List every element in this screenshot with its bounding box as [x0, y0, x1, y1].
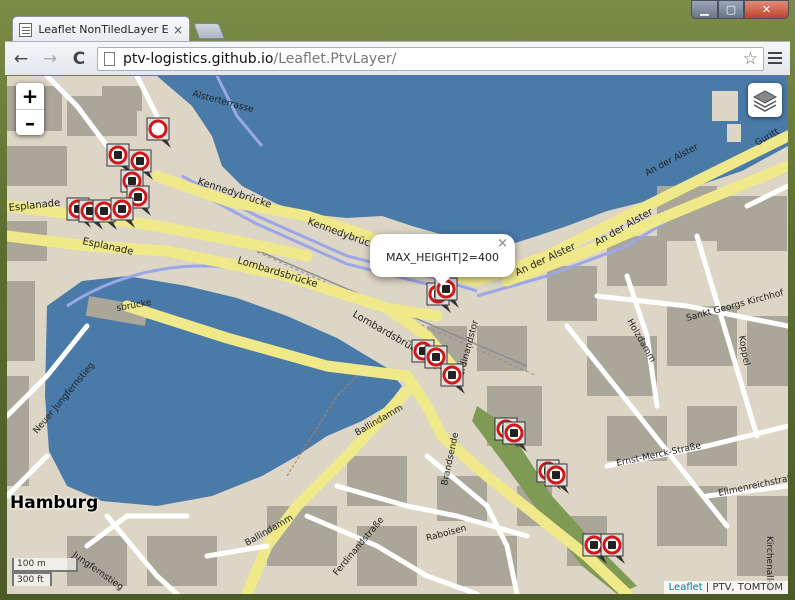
maximize-button[interactable]: ▢	[718, 0, 744, 19]
page-icon	[104, 52, 115, 66]
city-label: Hamburg	[10, 493, 99, 513]
layers-button[interactable]	[748, 83, 782, 117]
layers-icon	[752, 90, 778, 112]
address-bar[interactable]: ptv-logistics.github.io /Leaflet.PtvLaye…	[97, 47, 764, 71]
map-popup: MAX_HEIGHT|2=400 ×	[370, 234, 515, 286]
map-container[interactable]: Kennedybrücke Kennedybrücke Esplanade Es…	[7, 76, 788, 594]
zoom-in-button[interactable]: +	[16, 83, 44, 109]
minimize-button[interactable]: ▁	[691, 0, 718, 19]
no-entry-sign-marker[interactable]	[146, 117, 171, 148]
close-window-button[interactable]: ✕	[744, 0, 789, 19]
browser-window: Leaflet NonTiledLayer Exa × ▁ ▢ ✕ ← → C …	[0, 0, 795, 600]
popup-text: MAX_HEIGHT|2=400	[386, 251, 499, 264]
browser-toolbar: ← → C ptv-logistics.github.io /Leaflet.P…	[5, 41, 790, 75]
forward-button[interactable]: →	[37, 47, 63, 71]
new-tab-button[interactable]	[193, 23, 225, 39]
url-host: ptv-logistics.github.io	[123, 51, 274, 67]
attribution-text: PTV, TOMTOM	[712, 582, 783, 593]
bus-sign-marker[interactable]	[544, 463, 569, 494]
popup-close-button[interactable]: ×	[497, 236, 508, 251]
scale-imperial: 300 ft	[12, 572, 52, 586]
attribution: Leaflet | PTV, TOMTOM	[663, 581, 788, 594]
bookmark-star-icon[interactable]: ☆	[743, 49, 758, 69]
leaflet-link[interactable]: Leaflet	[669, 582, 703, 593]
chrome-menu-icon[interactable]	[768, 52, 782, 64]
title-bar: Leaflet NonTiledLayer Exa × ▁ ▢ ✕	[0, 0, 795, 42]
url-path: /Leaflet.PtvLayer/	[273, 51, 397, 67]
bus-sign-marker[interactable]	[502, 421, 527, 452]
scale-control: 100 m 300 ft	[12, 558, 78, 586]
zoom-out-button[interactable]: –	[16, 109, 44, 135]
traffic-sign-marker[interactable]	[110, 197, 135, 228]
back-button[interactable]: ←	[8, 47, 34, 71]
page-favicon-icon	[19, 22, 33, 37]
browser-tab[interactable]: Leaflet NonTiledLayer Exa ×	[12, 16, 190, 42]
scale-metric: 100 m	[12, 558, 78, 572]
window-controls: ▁ ▢ ✕	[691, 0, 789, 19]
tab-title: Leaflet NonTiledLayer Exa	[38, 23, 169, 36]
attribution-separator: |	[702, 582, 713, 593]
bus-sign-marker[interactable]	[440, 363, 465, 394]
reload-button[interactable]: C	[66, 47, 92, 71]
marker-layer	[66, 117, 625, 564]
tab-close-icon[interactable]: ×	[173, 23, 183, 37]
zoom-control: + –	[16, 83, 44, 135]
